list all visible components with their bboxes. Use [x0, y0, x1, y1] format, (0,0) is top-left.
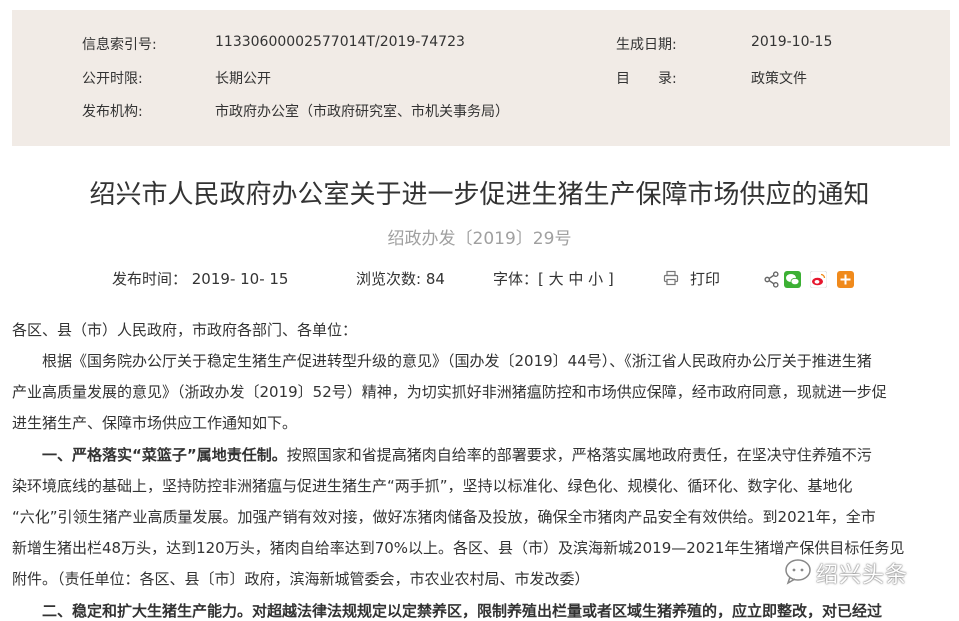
- more-share-icon[interactable]: [837, 271, 854, 288]
- view-count: 浏览次数: 84: [356, 270, 445, 288]
- catalog-label: 目 录:: [616, 71, 677, 87]
- paragraph-line: “六化”引领生猪产业高质量发展。加强产销有效对接，做好冻猪肉储备及投放，确保全市…: [12, 508, 876, 526]
- paragraph-line: 产业高质量发展的意见》（浙政办发〔2019〕52号）精神，为切实抓好非洲猪瘟防控…: [12, 383, 887, 401]
- salutation: 各区、县（市）人民政府，市政府各部门、各单位：: [12, 321, 358, 339]
- publish-time: 发布时间： 2019- 10- 15: [112, 270, 289, 288]
- weibo-icon[interactable]: [810, 271, 827, 288]
- index-label: 信息索引号:: [82, 37, 157, 53]
- print-link[interactable]: 打印: [690, 268, 720, 289]
- paragraph-line-cut: 二、稳定和扩大生猪生产能力。对超越法律法规规定以定禁养区，限制养殖出栏量或者区域…: [12, 602, 883, 620]
- font-size-selector[interactable]: 字体：[ 大 中 小 ]: [493, 268, 614, 289]
- watermark-text: 绍兴头条: [816, 563, 909, 588]
- paragraph-line: 根据《国务院办公厅关于稳定生猪生产促进转型升级的意见》（国办发〔2019〕44号…: [12, 352, 872, 370]
- date-value: 2019-10-15: [751, 34, 833, 50]
- date-label: 生成日期:: [616, 37, 677, 53]
- catalog-value: 政策文件: [751, 71, 807, 87]
- issuer-value: 市政府办公室（市政府研究室、市机关事务局）: [215, 104, 509, 120]
- paragraph-line: 染环境底线的基础上，坚持防控非洲猪瘟与促进生猪生产“两手抓”，坚持以标准化、绿色…: [12, 477, 853, 495]
- document-number: 绍政办发〔2019〕29号: [387, 229, 572, 249]
- paragraph-line: 一、严格落实“菜篮子”属地责任制。按照国家和省提高猪肉自给率的部署要求，严格落实…: [12, 445, 950, 465]
- wechat-icon[interactable]: [784, 271, 801, 288]
- public-period-label: 公开时限:: [82, 71, 143, 87]
- paragraph-line: 进生猪生产、保障市场供应工作通知如下。: [12, 414, 298, 432]
- issuer-label: 发布机构:: [82, 104, 143, 120]
- index-value: 11330600002577014T/2019-74723: [215, 34, 465, 50]
- document-title: 绍兴市人民政府办公室关于进一步促进生猪生产保障市场供应的通知: [89, 180, 870, 210]
- public-period-value: 长期公开: [215, 71, 271, 87]
- section-heading: 一、严格落实“菜篮子”属地责任制。: [12, 446, 287, 464]
- printer-icon[interactable]: [663, 270, 679, 286]
- section-text: 按照国家和省提高猪肉自给率的部署要求，严格落实属地政府责任，在坚决守住养殖不污: [286, 446, 872, 464]
- chat-bubble-icon: [785, 559, 811, 585]
- watermark: 绍兴头条: [778, 553, 948, 589]
- share-icon[interactable]: [763, 271, 780, 288]
- document-meta-box: 信息索引号: 11330600002577014T/2019-74723 生成日…: [12, 10, 950, 146]
